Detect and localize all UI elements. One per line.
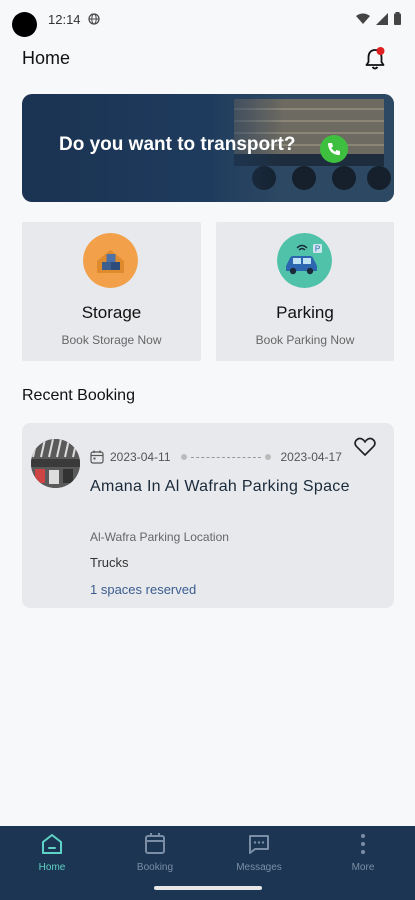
booking-start-date: 2023-04-11 [110, 450, 171, 464]
globe-icon [88, 13, 100, 25]
parking-car-icon: P [277, 233, 332, 288]
booking-location: Al-Wafra Parking Location [90, 530, 229, 544]
range-dashed-line [190, 456, 261, 458]
storage-card[interactable]: Storage Book Storage Now [22, 222, 201, 361]
app-header: Home [0, 40, 415, 80]
transport-banner[interactable]: Do you want to transport? [22, 94, 394, 202]
more-vertical-icon [361, 834, 365, 854]
wifi-icon [356, 13, 370, 24]
parking-subtitle: Book Parking Now [255, 333, 355, 347]
nav-messages[interactable]: Messages [219, 832, 299, 873]
nav-booking-label: Booking [136, 862, 174, 873]
signal-icon [376, 12, 388, 25]
storage-title: Storage [81, 303, 142, 322]
banner-text: Do you want to transport? [59, 134, 296, 155]
storage-warehouse-icon [83, 233, 138, 288]
phone-icon [328, 143, 340, 155]
booking-end-date: 2023-04-17 [280, 450, 342, 464]
nav-home-label: Home [38, 862, 66, 873]
range-start-dot [180, 454, 187, 460]
booking-reserved-count: 1 spaces reserved [90, 582, 197, 597]
booking-thumbnail [31, 439, 80, 488]
calendar-icon [90, 450, 104, 464]
nav-more-label: More [351, 862, 375, 873]
page-title: Home [22, 48, 71, 68]
notification-dot [376, 47, 385, 55]
nav-messages-label: Messages [236, 862, 282, 873]
status-time: 12:14 [48, 12, 81, 27]
home-icon [42, 834, 62, 854]
booking-date-range: 2023-04-11 2023-04-17 [90, 450, 342, 464]
heart-icon[interactable] [354, 437, 376, 457]
nav-home[interactable]: Home [12, 832, 92, 873]
camera-cutout [12, 12, 37, 37]
nav-more[interactable]: More [323, 832, 403, 873]
calendar-icon [145, 833, 165, 854]
storage-subtitle: Book Storage Now [61, 333, 162, 347]
battery-icon [394, 12, 401, 25]
svg-text:P: P [315, 245, 320, 254]
parking-title: Parking [276, 303, 334, 322]
call-button[interactable] [320, 135, 348, 163]
booking-title: Amana In Al Wafrah Parking Space [90, 478, 350, 495]
parking-lot-image [31, 439, 80, 488]
parking-card[interactable]: P Parking Book Parking Now [216, 222, 394, 361]
status-bar: 12:14 [0, 0, 415, 40]
nav-booking[interactable]: Booking [115, 832, 195, 873]
home-indicator[interactable] [154, 886, 262, 890]
range-end-dot [264, 454, 271, 460]
recent-booking-heading: Recent Booking [22, 387, 135, 404]
status-indicators [356, 12, 401, 25]
booking-vehicle-type: Trucks [90, 555, 129, 570]
notification-bell-icon[interactable] [363, 46, 387, 72]
message-icon [249, 835, 269, 854]
booking-card[interactable]: 2023-04-11 2023-04-17 Amana In Al Wafrah… [22, 423, 394, 608]
